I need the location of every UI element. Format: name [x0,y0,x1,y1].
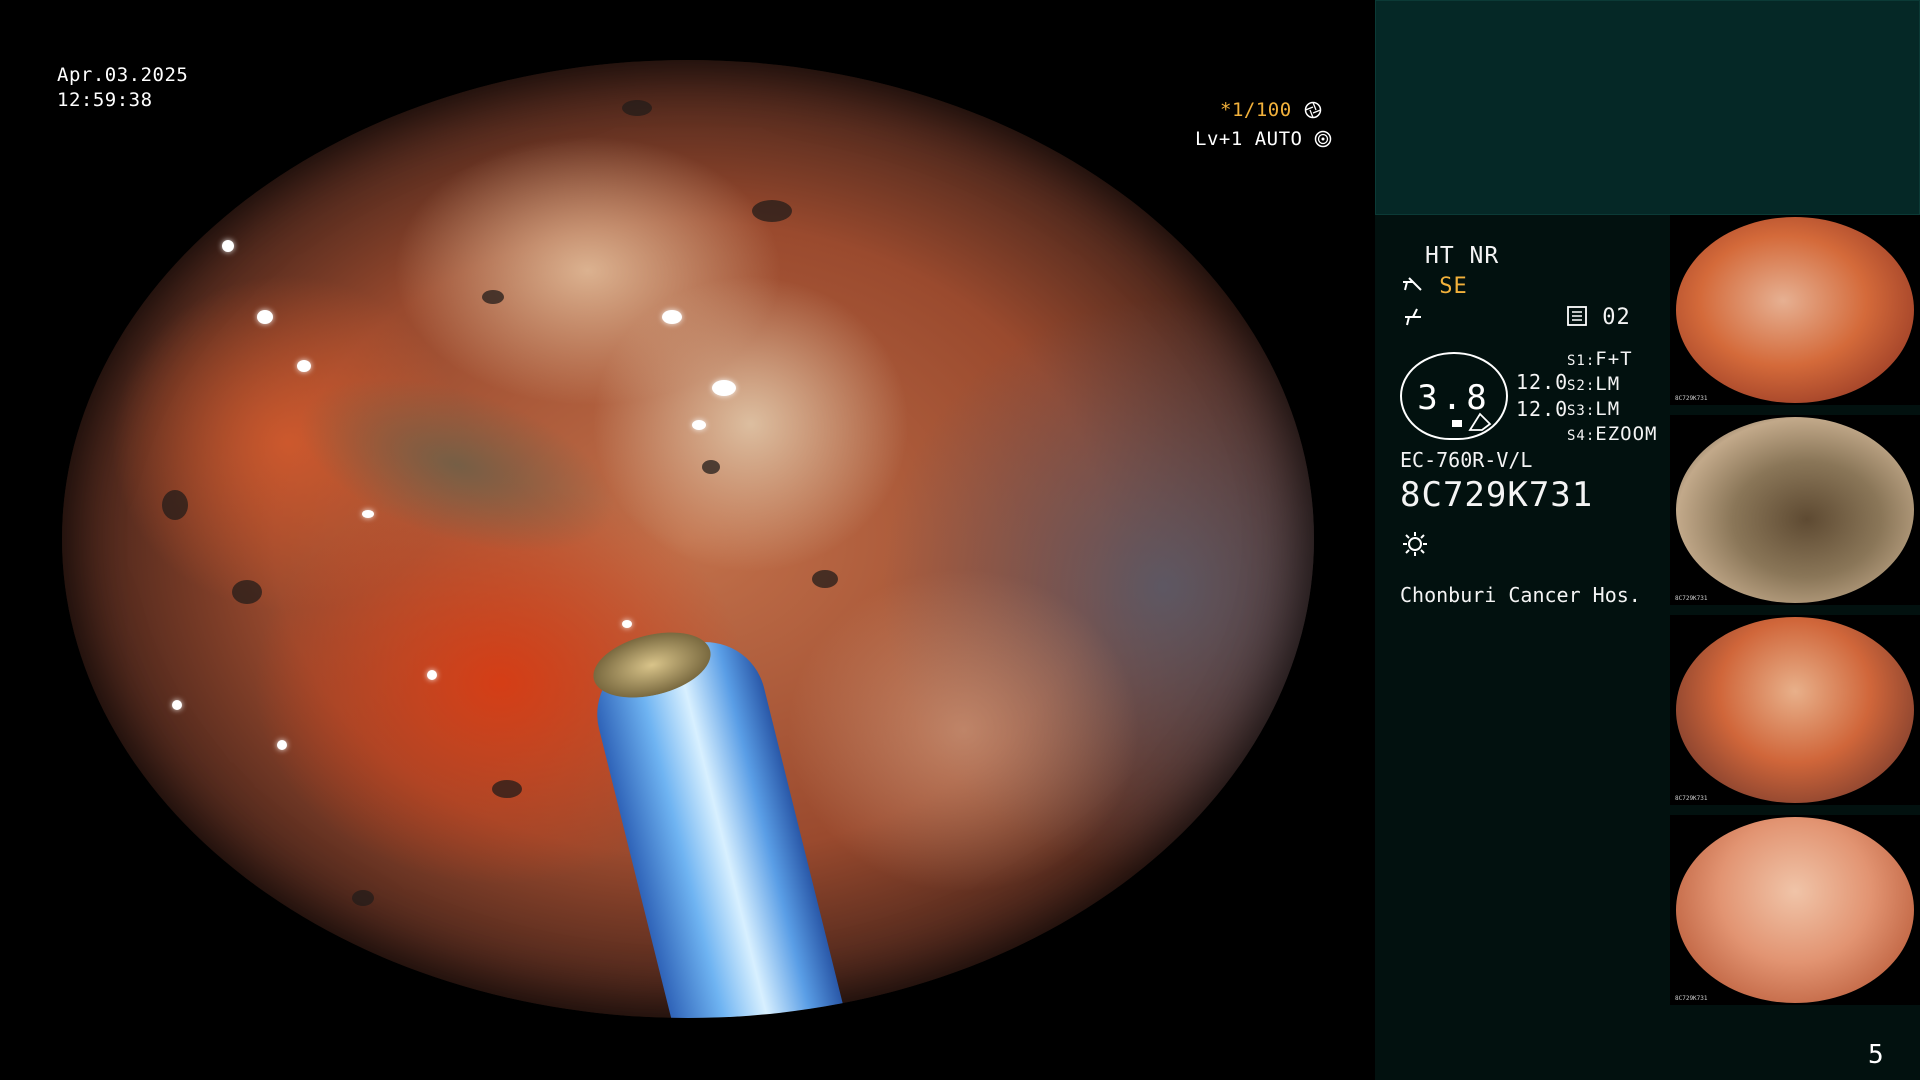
enhancement-row: SE [1401,274,1468,299]
thumbnail-serial: 8C729K731 [1675,795,1708,802]
switch-row: S2:LM [1567,373,1620,395]
switch-value: LM [1595,398,1621,420]
highlight [362,510,374,518]
thumbnail-image [1676,217,1914,403]
memory-row: 02 [1566,305,1631,330]
thumbnail-serial: 8C729K731 [1675,595,1708,602]
dark-spot [352,890,374,906]
level-indicator: Lv+1 AUTO [1195,127,1332,152]
value-1: 12.0 [1516,370,1569,394]
highlight [257,310,273,324]
auto-iris-icon [1314,128,1332,150]
value-2: 12.0 [1516,397,1569,421]
highlight [712,380,736,396]
switch-value: LM [1595,373,1621,395]
highlight [172,700,182,710]
endoscope-image-area: Apr.03.2025 12:59:38 *1/100 Lv+1 AUTO [0,0,1375,1080]
dark-spot [702,460,720,474]
switch-key: S3: [1567,403,1596,419]
dark-spot [752,200,792,222]
shutter-value: *1/100 [1220,99,1292,121]
highlight [277,740,287,750]
tissue-patch [276,342,638,588]
thumbnail-image [1676,417,1914,603]
mode-line: HT NR [1425,243,1500,269]
highlight [297,360,311,372]
switch-value: EZOOM [1595,423,1658,445]
panel-header-block [1375,0,1920,215]
thumbnail-serial: 8C729K731 [1675,995,1708,1002]
thumbnail-image [1676,817,1914,1003]
dark-spot [232,580,262,604]
shutter-indicator: *1/100 [1220,98,1322,123]
switch-key: S1: [1567,353,1596,369]
switch-key: S2: [1567,378,1596,394]
switch-row: S3:LM [1567,398,1620,420]
thumbnail-serial: 8C729K731 [1675,395,1708,402]
highlight [622,620,632,628]
dark-spot [312,120,336,134]
enhancement-value: SE [1439,274,1468,299]
highlight [427,670,437,680]
dark-spot [492,780,522,798]
light-icon [1401,530,1429,564]
date-overlay: Apr.03.2025 [57,64,189,86]
aperture-icon [1304,99,1322,121]
highlight [662,310,682,324]
highlight [242,80,252,90]
dark-spot [162,490,188,520]
switch-row: S1:F+T [1567,348,1633,370]
dark-spot [812,570,838,588]
thumbnail-4[interactable]: 8C729K731 [1670,815,1920,1005]
dark-spot [622,100,652,116]
structure-enhance-icon [1401,274,1439,299]
memo-icon [1566,305,1602,330]
speed-gauge-needle [1468,412,1492,431]
speed-gauge: 3.8 [1400,352,1508,440]
switch-value: F+T [1595,348,1633,370]
freeze-icon [1401,305,1425,333]
time-overlay: 12:59:38 [57,89,153,111]
serial-number: 8C729K731 [1400,475,1594,515]
hospital-name: Chonburi Cancer Hos. [1400,583,1641,607]
highlight [692,420,706,430]
memory-value: 02 [1602,305,1631,330]
page-number: 5 [1868,1040,1884,1070]
switch-row: S4:EZOOM [1567,423,1658,445]
endoscopic-image [62,60,1314,1018]
scope-model: EC-760R-V/L [1400,448,1533,472]
level-value: Lv+1 AUTO [1195,128,1303,150]
thumbnail-1[interactable]: 8C729K731 [1670,215,1920,405]
dark-spot [482,290,504,304]
highlight [222,240,234,252]
thumbnail-2[interactable]: 8C729K731 [1670,415,1920,605]
switch-key: S4: [1567,428,1596,444]
thumbnail-3[interactable]: 8C729K731 [1670,615,1920,805]
speed-gauge-marker [1452,420,1462,427]
thumbnail-image [1676,617,1914,803]
